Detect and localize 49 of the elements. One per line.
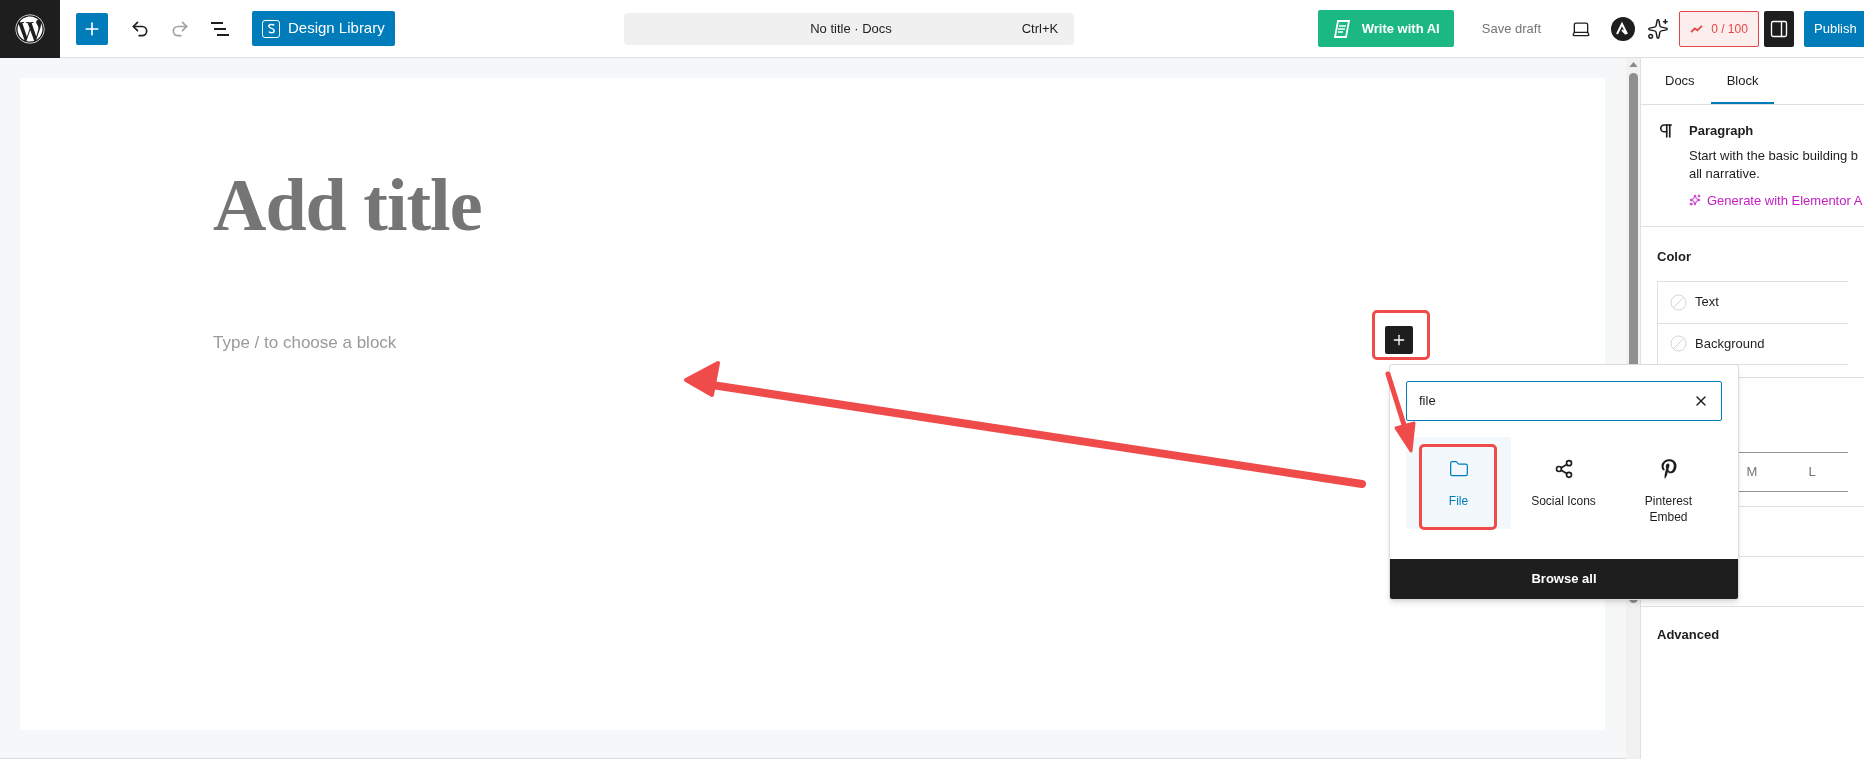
- sparkles-icon: [1689, 194, 1701, 207]
- generate-link[interactable]: Generate with Elementor A: [1689, 190, 1863, 210]
- no-color-icon: [1670, 335, 1687, 352]
- block-placeholder[interactable]: Type / to choose a block: [213, 330, 397, 356]
- sparkles-icon[interactable]: [1647, 17, 1669, 40]
- logo-icon[interactable]: [0, 0, 60, 58]
- publish-button[interactable]: Publish: [1804, 10, 1864, 47]
- document-title: No title · Docs: [809, 19, 893, 38]
- score-button[interactable]: 0 / 100: [1679, 10, 1759, 47]
- color-option[interactable]: Background: [1658, 322, 1848, 364]
- save-draft-button[interactable]: Save draft: [1471, 10, 1551, 47]
- sidebar-toggle-button[interactable]: [1764, 10, 1794, 47]
- color-option[interactable]: Text: [1658, 281, 1848, 323]
- document-bar[interactable]: No title · Docs Ctrl+K: [624, 12, 1075, 45]
- undo-icon[interactable]: [130, 18, 150, 39]
- write-with-ai-button[interactable]: Write with AI: [1317, 10, 1454, 47]
- block-result[interactable]: File: [1406, 437, 1511, 529]
- sidebar-tab[interactable]: Block: [1710, 58, 1775, 104]
- library-icon: [262, 19, 280, 38]
- search-value: file: [1419, 392, 1437, 411]
- sidebar-panel-icon: [1769, 18, 1789, 39]
- size-option[interactable]: L: [1782, 452, 1842, 491]
- share-icon: [1553, 459, 1574, 479]
- chart-icon: [1690, 24, 1704, 33]
- folder-icon: [1448, 459, 1469, 479]
- search-field[interactable]: file: [1406, 381, 1722, 421]
- add-block-button[interactable]: [76, 12, 108, 45]
- size-option[interactable]: M: [1722, 452, 1782, 491]
- document-icon: [1331, 18, 1352, 39]
- redo-icon[interactable]: [170, 18, 190, 39]
- block-result[interactable]: Pinterest Embed: [1616, 437, 1721, 529]
- advanced-heading[interactable]: Advanced: [1641, 606, 1864, 644]
- sidebar-tab[interactable]: Docs: [1649, 58, 1711, 104]
- no-color-icon: [1670, 293, 1687, 311]
- plus-icon: [1391, 332, 1407, 348]
- logo-icon[interactable]: [1611, 16, 1635, 41]
- block-result[interactable]: Social Icons: [1511, 437, 1616, 529]
- title-placeholder[interactable]: Add title: [213, 168, 482, 242]
- section-heading: Color: [1657, 248, 1692, 266]
- block-name: Paragraph: [1689, 122, 1755, 140]
- list-view-icon[interactable]: [210, 20, 230, 37]
- browse-all-button[interactable]: Browse all: [1390, 559, 1738, 599]
- paragraph-icon: [1657, 121, 1675, 141]
- highlight-frame: [1372, 310, 1430, 360]
- design-library-button[interactable]: Design Library: [252, 11, 395, 46]
- scroll-up-icon[interactable]: [1628, 62, 1638, 67]
- shortcut-text: Ctrl+K: [1021, 19, 1059, 38]
- block-description: Start with the basic building b all narrative.: [1689, 146, 1860, 183]
- add-block-button[interactable]: [1385, 326, 1413, 354]
